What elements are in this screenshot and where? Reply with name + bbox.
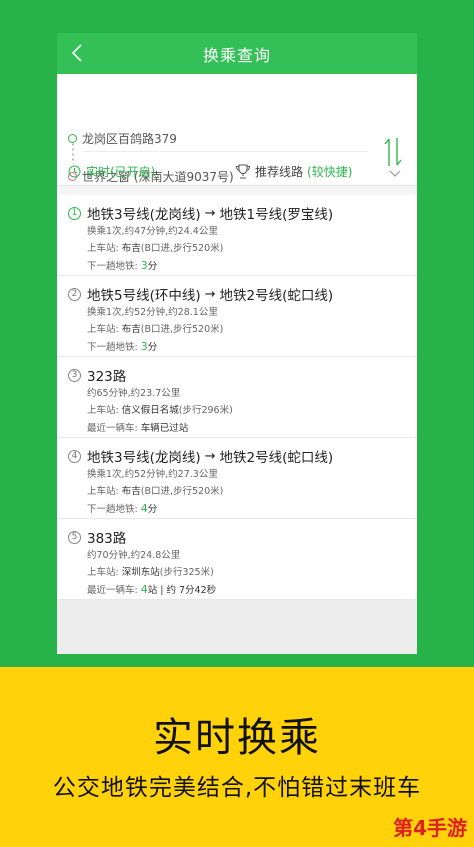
route-leg: 地铁2号线(蛇口线) [219,450,334,466]
next-arrival: 下一趟地铁: 3分 [87,259,158,272]
route-head: 3 323路 [68,365,417,385]
route-summary: 换乘1次,约52分钟,约28.1公里 [87,307,218,318]
watermark-logo: 第4手游 [393,816,467,840]
route-summary: 换乘1次,约47分钟,约24.4公里 [87,226,218,237]
strategy-label: 推荐线路 [255,164,304,179]
route-item[interactable]: 5 383路 约70分钟,约24.8公里 上车站: 深圳东站(步行325米) 最… [57,519,417,600]
route-index: 3 [68,368,81,382]
back-arrow-icon[interactable] [65,41,89,65]
trophy-icon [235,164,251,178]
transfer-arrow-icon: → [204,286,216,302]
route-head: 5 383路 [68,527,417,547]
origin-text: 龙岗区百鸽路379 [82,132,177,146]
route-index: 2 [68,287,81,301]
route-leg: 地铁1号线(罗宝线) [219,207,334,223]
route-head: 1 地铁3号线(龙岗线) → 地铁1号线(罗宝线) [68,203,417,223]
next-arrival: 最近一辆车: 车辆已过站 [87,423,189,434]
phone-screen: 换乘查询 龙岗区百鸽路379 世界之窗 (深南大道9037号) 实时(已开启) [57,33,417,654]
boarding-info: 上车站: 信义假日名城(步行296米) [87,405,233,416]
boarding-info: 上车站: 布吉(B口进,步行520米) [87,324,224,335]
route-index: 5 [68,530,81,544]
chevron-down-icon[interactable] [389,167,401,181]
title-bar: 换乘查询 [57,33,417,74]
route-summary: 约65分钟,约23.7公里 [87,388,181,399]
field-divider [83,151,367,152]
promo-subline: 公交地铁完美结合,不怕错过末班车 [52,775,422,801]
route-summary: 约70分钟,约24.8公里 [87,550,181,561]
route-leg: 383路 [87,531,127,547]
strategy-hint: (较快捷) [307,164,353,179]
page-title: 换乘查询 [202,45,271,65]
route-index: 4 [68,449,81,463]
route-leg: 323路 [87,369,127,385]
route-leg: 地铁3号线(龙岗线) [87,207,201,223]
route-head: 4 地铁3号线(龙岗线) → 地铁2号线(蛇口线) [68,446,417,466]
route-item[interactable]: 4 地铁3号线(龙岗线) → 地铁2号线(蛇口线) 换乘1次,约52分钟,约27… [57,438,417,519]
route-strategy-selector[interactable]: 推荐线路 (较快捷) [235,163,352,180]
route-head: 2 地铁5号线(环中线) → 地铁2号线(蛇口线) [68,284,417,304]
route-index: 1 [68,206,81,220]
route-item[interactable]: 1 地铁3号线(龙岗线) → 地铁1号线(罗宝线) 换乘1次,约47分钟,约24… [57,195,417,276]
route-list: 1 地铁3号线(龙岗线) → 地铁1号线(罗宝线) 换乘1次,约47分钟,约24… [57,195,417,600]
route-summary: 换乘1次,约52分钟,约27.3公里 [87,469,218,480]
route-leg: 地铁5号线(环中线) [87,288,201,304]
boarding-info: 上车站: 深圳东站(步行325米) [87,567,214,578]
route-item[interactable]: 2 地铁5号线(环中线) → 地铁2号线(蛇口线) 换乘1次,约52分钟,约28… [57,276,417,357]
origin-field[interactable]: 龙岗区百鸽路379 [68,130,177,147]
next-arrival: 下一趟地铁: 4分 [87,502,158,515]
promo-headline: 实时换乘 [153,715,321,761]
boarding-info: 上车站: 布吉(B口进,步行520米) [87,486,224,497]
transfer-arrow-icon: → [204,205,216,221]
clock-icon [68,165,81,177]
route-item[interactable]: 3 323路 约65分钟,约23.7公里 上车站: 信义假日名城(步行296米)… [57,357,417,438]
transfer-arrow-icon: → [204,448,216,464]
empty-area [57,600,417,654]
route-leg: 地铁3号线(龙岗线) [87,450,201,466]
realtime-label: 实时(已开启) [86,164,156,179]
route-leg: 地铁2号线(蛇口线) [219,288,334,304]
next-arrival: 最近一辆车: 4站 | 约 7分42秒 [87,583,217,596]
next-arrival: 下一趟地铁: 3分 [87,340,158,353]
realtime-toggle[interactable]: 实时(已开启) [68,163,155,180]
boarding-info: 上车站: 布吉(B口进,步行520米) [87,243,224,254]
options-bar: 实时(已开启) 推荐线路 (较快捷) [57,153,417,189]
